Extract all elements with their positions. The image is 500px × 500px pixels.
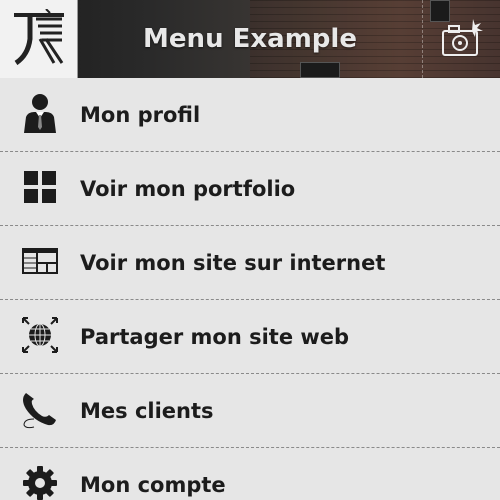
menu-item-clients[interactable]: Mes clients [0,374,500,448]
page-title: Menu Example [143,24,357,54]
logo-icon [10,8,68,69]
menu-item-label: Voir mon portfolio [80,176,296,201]
user-icon [22,93,58,137]
menu-item-label: Voir mon site sur internet [80,250,386,275]
grid-icon [23,169,57,208]
globe-icon [21,316,59,358]
menu-item-label: Mon compte [80,472,226,497]
menu-item-portfolio[interactable]: Voir mon portfolio [0,152,500,226]
menu-item-compte[interactable]: Mon compte [0,448,500,500]
camera-icon [439,15,485,63]
menu-item-profil[interactable]: Mon profil [0,78,500,152]
menu-item-label: Mes clients [80,398,214,423]
main-menu: Mon profil Voir mon portfolio Voir mon s… [0,78,500,500]
app-header: Menu Example [0,0,500,78]
menu-item-label: Mon profil [80,102,201,127]
camera-button[interactable] [422,0,500,78]
menu-item-site-internet[interactable]: Voir mon site sur internet [0,226,500,300]
logo-button[interactable] [0,0,78,78]
menu-item-label: Partager mon site web [80,324,350,349]
menu-item-partager[interactable]: Partager mon site web [0,300,500,374]
gear-icon [22,465,58,500]
website-icon [22,247,58,278]
phone-icon [20,389,60,433]
